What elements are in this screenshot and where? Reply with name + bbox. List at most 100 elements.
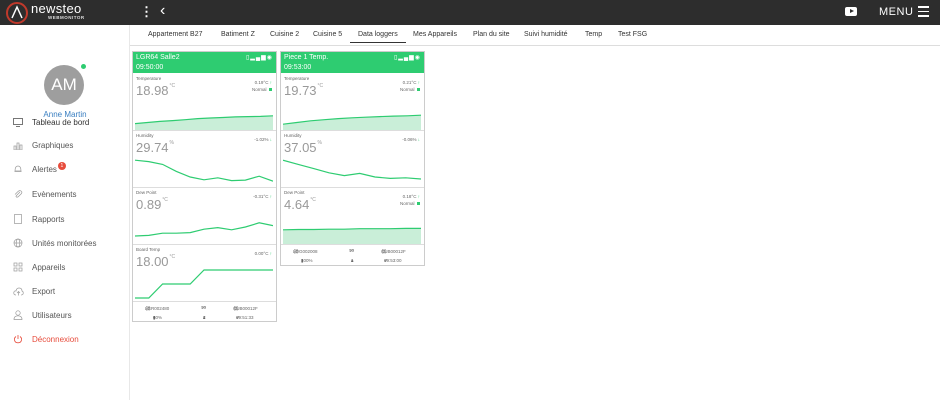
status-indicator-icon bbox=[416, 201, 420, 205]
sensor-chart[interactable] bbox=[283, 210, 421, 244]
sidebar-item-label: Tableau de bord bbox=[32, 117, 90, 127]
sensor-delta: -0.06% ↓ bbox=[402, 137, 420, 142]
sensor-panel[interactable]: Board Temp 18.00°C 0.00°C ↑ bbox=[133, 245, 276, 302]
logger-footer: ⛓ LOG002008 10 min ⛓ CUB00012F ▮ 100% 1 🔒… bbox=[293, 248, 406, 263]
sidebar-item-evenements[interactable]: Evènements bbox=[12, 187, 76, 201]
chart-line bbox=[135, 222, 273, 237]
trend-up-arrow-icon: ↑ bbox=[269, 80, 272, 85]
sensor-panel[interactable]: Temperature 19.73°C 0.21°C ↑ Normal bbox=[281, 74, 424, 131]
sidebar-item-label: Alertes bbox=[32, 164, 57, 174]
sidebar-item-graphiques[interactable]: Graphiques bbox=[12, 138, 73, 152]
sensor-panel[interactable]: Humidity 29.74% -1.02% ↓ bbox=[133, 131, 276, 188]
sensor-panel[interactable]: Temperature 18.98°C 0.19°C ↑ Normal bbox=[133, 74, 276, 131]
sensor-delta: 0.19°C ↑ bbox=[254, 80, 272, 85]
tab-bar: Appartement B27 Batiment Z Cuisine 2 Cui… bbox=[130, 25, 940, 46]
menu-label[interactable]: MENU bbox=[879, 6, 913, 18]
logger-header[interactable]: Piece 1 Temp. 09:53:00 ▯▂▄▆◉ bbox=[281, 52, 424, 73]
sensor-unit: °C bbox=[169, 254, 176, 260]
tab-appartement-b27[interactable]: Appartement B27 bbox=[148, 31, 202, 38]
sidebar-item-appareils[interactable]: Appareils bbox=[12, 260, 65, 274]
document-icon bbox=[12, 214, 24, 224]
user-icon bbox=[12, 310, 24, 320]
sidebar-item-export[interactable]: Export bbox=[12, 284, 55, 298]
logger-card[interactable]: LGR64 Salle2 09:50:00 ▯▂▄▆◉ Temperature … bbox=[132, 51, 277, 322]
sensor-unit: °C bbox=[317, 83, 324, 89]
sensor-panel[interactable]: Dew Point 0.89°C -0.31°C ↑ bbox=[133, 188, 276, 245]
sensor-status: Normal bbox=[400, 87, 420, 92]
cloud-upload-icon bbox=[12, 286, 24, 296]
brand-subtitle: WEBMONITOR bbox=[48, 15, 85, 20]
trend-up-arrow-icon: ↑ bbox=[269, 194, 272, 199]
wifi-icon: ◉ bbox=[266, 55, 273, 61]
sidebar-item-alertes[interactable]: Alertes 1 bbox=[12, 162, 66, 176]
sidebar-item-deconnexion[interactable]: Déconnexion bbox=[12, 332, 79, 346]
tab-temp[interactable]: Temp bbox=[585, 31, 602, 38]
signal-icon: ▂▄▆ bbox=[250, 55, 267, 61]
tab-plan-du-site[interactable]: Plan du site bbox=[473, 31, 510, 38]
sensor-chart[interactable] bbox=[283, 153, 421, 187]
trend-up-arrow-icon: ↑ bbox=[417, 194, 420, 199]
sensor-label: Dew Point bbox=[136, 190, 157, 195]
tab-suivi-humidite[interactable]: Suivi humidité bbox=[524, 31, 568, 38]
tab-data-loggers[interactable]: Data loggers bbox=[350, 31, 406, 43]
trend-down-arrow-icon: ↓ bbox=[417, 137, 420, 142]
chart-line bbox=[283, 159, 421, 180]
sensor-chart[interactable] bbox=[135, 153, 273, 187]
brand-name: newsteo bbox=[31, 1, 82, 16]
online-status-dot bbox=[81, 64, 86, 69]
tab-test-fsg[interactable]: Test FSG bbox=[618, 31, 647, 38]
sensor-status: Normal bbox=[252, 87, 272, 92]
tab-batiment-z[interactable]: Batiment Z bbox=[221, 31, 255, 38]
sensor-unit: °C bbox=[162, 197, 168, 203]
trend-up-arrow-icon: ↑ bbox=[269, 251, 272, 256]
logger-name: Piece 1 Temp. bbox=[284, 54, 329, 61]
sidebar-item-label: Evènements bbox=[32, 189, 77, 199]
vertical-dots-icon[interactable]: ⋮ bbox=[140, 4, 153, 20]
sensor-label: Temperature bbox=[136, 76, 162, 81]
sensor-unit: °C bbox=[310, 197, 316, 203]
sensor-label: Temperature bbox=[284, 76, 310, 81]
power-icon bbox=[12, 334, 24, 344]
lock-icon: 🔒︎ bbox=[351, 258, 354, 263]
sensor-delta: 0.21°C ↑ bbox=[402, 80, 420, 85]
logger-card[interactable]: Piece 1 Temp. 09:53:00 ▯▂▄▆◉ Temperature… bbox=[280, 51, 425, 266]
video-icon[interactable] bbox=[845, 7, 857, 16]
status-indicator-icon bbox=[268, 87, 272, 91]
trend-up-arrow-icon: ↑ bbox=[417, 80, 420, 85]
globe-icon bbox=[12, 238, 24, 248]
tab-mes-appareils[interactable]: Mes Appareils bbox=[413, 31, 457, 38]
sensor-unit: % bbox=[169, 140, 174, 146]
sensor-label: Dew Point bbox=[284, 190, 305, 195]
sensor-chart[interactable] bbox=[135, 267, 273, 301]
back-chevron-icon[interactable]: ‹ bbox=[160, 2, 165, 20]
sidebar-item-tableau-de-bord[interactable]: Tableau de bord bbox=[12, 115, 89, 129]
chart-area bbox=[283, 228, 421, 244]
hamburger-icon[interactable] bbox=[918, 6, 929, 20]
logger-name: LGR64 Salle2 bbox=[136, 54, 180, 61]
sidebar-item-rapports[interactable]: Rapports bbox=[12, 212, 64, 226]
sensor-panel[interactable]: Dew Point 4.64°C 0.18°C ↑ Normal bbox=[281, 188, 424, 245]
sensor-unit: % bbox=[317, 140, 322, 146]
tab-cuisine-2[interactable]: Cuisine 2 bbox=[270, 31, 299, 38]
sensor-panel[interactable]: Humidity 37.05% -0.06% ↓ bbox=[281, 131, 424, 188]
sensor-chart[interactable] bbox=[135, 96, 273, 130]
sidebar-item-label: Utilisateurs bbox=[32, 310, 72, 320]
sensor-chart[interactable] bbox=[283, 96, 421, 130]
bell-icon bbox=[12, 164, 24, 174]
sidebar-item-label: Graphiques bbox=[32, 140, 74, 150]
sidebar-item-unites-monitorees[interactable]: Unités monitorées bbox=[12, 236, 96, 250]
logger-time: 09:53:00 bbox=[284, 64, 312, 71]
sensor-chart[interactable] bbox=[135, 210, 273, 244]
sidebar-item-label: Déconnexion bbox=[32, 334, 79, 344]
paperclip-icon bbox=[12, 189, 24, 199]
sidebar-item-label: Rapports bbox=[32, 214, 65, 224]
logger-header[interactable]: LGR64 Salle2 09:50:00 ▯▂▄▆◉ bbox=[133, 52, 276, 73]
sidebar-item-utilisateurs[interactable]: Utilisateurs bbox=[12, 308, 72, 322]
tab-cuisine-5[interactable]: Cuisine 5 bbox=[313, 31, 342, 38]
chart-line bbox=[135, 159, 273, 182]
chart-line bbox=[135, 269, 273, 299]
sidebar: AM Anne Martin Tableau de bord Graphique… bbox=[0, 25, 130, 400]
sensor-delta: -0.31°C ↑ bbox=[253, 194, 272, 199]
avatar[interactable]: AM bbox=[44, 65, 84, 105]
wifi-icon: ◉ bbox=[414, 55, 421, 61]
